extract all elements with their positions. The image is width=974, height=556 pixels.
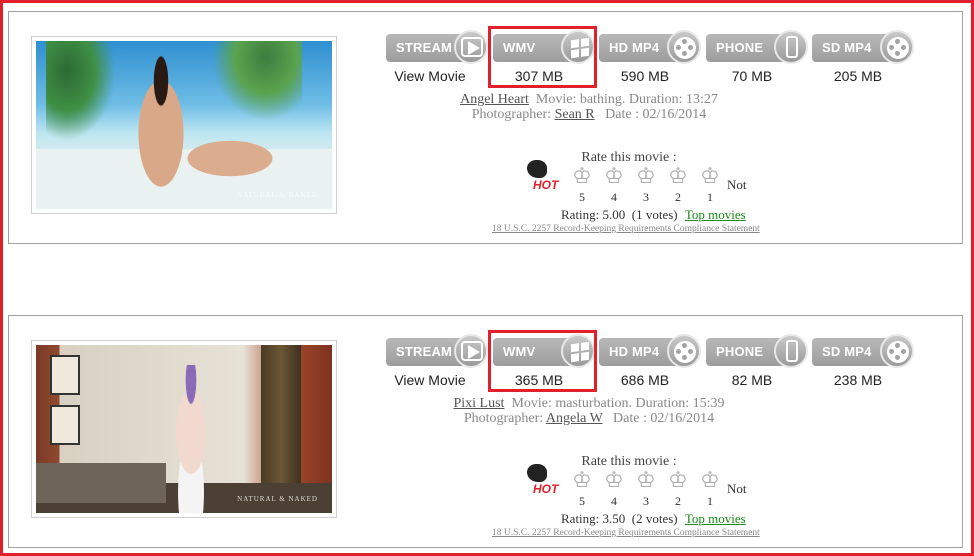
- hot-label: HOT: [533, 178, 559, 192]
- sd-mp4-size: 238 MB: [833, 372, 883, 388]
- rating-summary: Rating: 3.50 (2 votes) Top movies: [561, 511, 746, 527]
- phone-icon[interactable]: [774, 334, 808, 368]
- thumbnail-watermark: NATURAL & NAKED: [237, 191, 318, 199]
- rate-1-button[interactable]: ♔ 1: [697, 470, 723, 510]
- photographer-label: Photographer:: [471, 107, 552, 122]
- film-reel-icon[interactable]: [667, 334, 701, 368]
- movie-card: NATURAL & NAKED STREAM View Movie WMV 36…: [8, 315, 963, 548]
- crown-star-icon: ♔: [668, 468, 688, 493]
- rate-3-button[interactable]: ♔ 3: [633, 470, 659, 510]
- thumbnail-image[interactable]: NATURAL & NAKED: [36, 41, 332, 209]
- hot-bird-icon[interactable]: HOT: [521, 160, 559, 194]
- sd-mp4-download[interactable]: SD MP4 205 MB: [812, 28, 916, 88]
- phone-size: 82 MB: [731, 372, 773, 388]
- movie-date: Date : 02/16/2014: [613, 411, 715, 426]
- photographer-link[interactable]: Sean R: [555, 107, 595, 122]
- vote-count: (1 votes): [631, 207, 678, 222]
- rate-3-button[interactable]: ♔ 3: [633, 166, 659, 206]
- crown-star-icon: ♔: [572, 164, 592, 189]
- compliance-link[interactable]: 18 U.S.C. 2257 Record-Keeping Requiremen…: [492, 224, 760, 234]
- vote-count: (2 votes): [631, 511, 678, 526]
- not-label: Not: [727, 177, 747, 192]
- phone-icon[interactable]: [774, 30, 808, 64]
- movie-date: Date : 02/16/2014: [605, 107, 707, 122]
- download-options: STREAM View Movie WMV 307 MB HD MP4 590 …: [386, 28, 926, 88]
- crown-star-icon: ♔: [700, 468, 720, 493]
- rate-1-button[interactable]: ♔ 1: [697, 166, 723, 206]
- movie-thumbnail[interactable]: NATURAL & NAKED: [31, 340, 337, 518]
- rate-5-button[interactable]: ♔ 5: [569, 166, 595, 206]
- film-reel-icon[interactable]: [667, 30, 701, 64]
- movie-card: NATURAL & NAKED STREAM View Movie WMV 30…: [8, 11, 963, 244]
- view-movie-link[interactable]: View Movie: [384, 372, 476, 388]
- movie-info: Angel Heart Movie: bathing. Duration: 13…: [379, 92, 799, 122]
- rate-4-button[interactable]: ♔ 4: [601, 166, 627, 206]
- hot-bird-icon[interactable]: HOT: [521, 464, 559, 498]
- stream-download[interactable]: STREAM View Movie: [386, 332, 490, 392]
- thumbnail-watermark: NATURAL & NAKED: [237, 495, 318, 503]
- rating-value: Rating: 5.00: [561, 207, 626, 222]
- hd-mp4-size: 590 MB: [620, 68, 670, 84]
- stream-download[interactable]: STREAM View Movie: [386, 28, 490, 88]
- crown-star-icon: ♔: [572, 468, 592, 493]
- rate-2-button[interactable]: ♔ 2: [665, 470, 691, 510]
- sd-mp4-download[interactable]: SD MP4 238 MB: [812, 332, 916, 392]
- crown-star-icon: ♔: [636, 164, 656, 189]
- rate-2-button[interactable]: ♔ 2: [665, 166, 691, 206]
- crown-star-icon: ♔: [636, 468, 656, 493]
- photographer-link[interactable]: Angela W: [546, 411, 603, 426]
- not-label: Not: [727, 481, 747, 496]
- download-options: STREAM View Movie WMV 365 MB HD MP4 686 …: [386, 332, 926, 392]
- film-reel-icon[interactable]: [880, 334, 914, 368]
- movie-thumbnail[interactable]: NATURAL & NAKED: [31, 36, 337, 214]
- movie-details: Movie: masturbation. Duration: 15:39: [511, 396, 725, 411]
- rate-5-button[interactable]: ♔ 5: [569, 470, 595, 510]
- crown-star-icon: ♔: [700, 164, 720, 189]
- play-icon[interactable]: [454, 334, 488, 368]
- hd-mp4-download[interactable]: HD MP4 590 MB: [599, 28, 703, 88]
- thumbnail-image[interactable]: NATURAL & NAKED: [36, 345, 332, 513]
- top-movies-link[interactable]: Top movies: [685, 207, 746, 222]
- rating-summary: Rating: 5.00 (1 votes) Top movies: [561, 207, 746, 223]
- view-movie-link[interactable]: View Movie: [384, 68, 476, 84]
- crown-star-icon: ♔: [604, 468, 624, 493]
- sd-mp4-size: 205 MB: [833, 68, 883, 84]
- film-reel-icon[interactable]: [880, 30, 914, 64]
- phone-size: 70 MB: [731, 68, 773, 84]
- movie-details: Movie: bathing. Duration: 13:27: [535, 92, 718, 107]
- rating-value: Rating: 3.50: [561, 511, 626, 526]
- hd-mp4-download[interactable]: HD MP4 686 MB: [599, 332, 703, 392]
- play-icon[interactable]: [454, 30, 488, 64]
- rate-4-button[interactable]: ♔ 4: [601, 470, 627, 510]
- crown-star-icon: ♔: [668, 164, 688, 189]
- hd-mp4-size: 686 MB: [620, 372, 670, 388]
- model-link[interactable]: Angel Heart: [460, 92, 529, 107]
- phone-download[interactable]: PHONE 82 MB: [706, 332, 810, 392]
- top-movies-link[interactable]: Top movies: [685, 511, 746, 526]
- phone-download[interactable]: PHONE 70 MB: [706, 28, 810, 88]
- model-link[interactable]: Pixi Lust: [453, 396, 504, 411]
- crown-star-icon: ♔: [604, 164, 624, 189]
- compliance-link[interactable]: 18 U.S.C. 2257 Record-Keeping Requiremen…: [492, 528, 760, 538]
- movie-info: Pixi Lust Movie: masturbation. Duration:…: [379, 396, 799, 426]
- photographer-label: Photographer:: [463, 411, 544, 426]
- wmv-highlight-box: [488, 26, 597, 88]
- wmv-highlight-box: [488, 330, 597, 392]
- hot-label: HOT: [533, 482, 559, 496]
